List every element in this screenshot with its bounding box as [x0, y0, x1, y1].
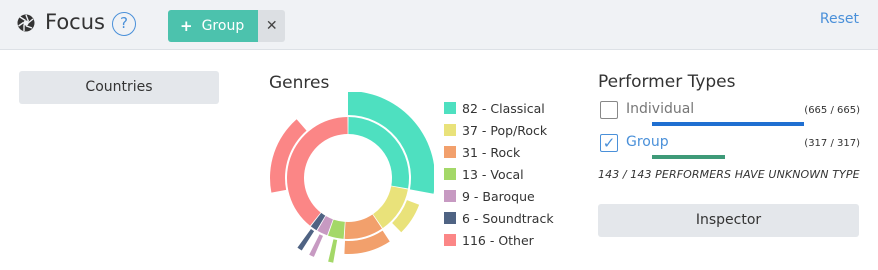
legend-swatch	[444, 102, 456, 114]
countries-button[interactable]: Countries	[19, 71, 219, 104]
filter-chip-group: + Group ✕	[168, 10, 286, 42]
legend-label: 13 - Vocal	[462, 166, 524, 182]
legend-item[interactable]: 37 - Pop/Rock	[444, 122, 547, 138]
legend-label: 116 - Other	[462, 232, 534, 248]
legend-label: 31 - Rock	[462, 144, 521, 160]
legend-swatch	[444, 146, 456, 158]
filter-chip-label[interactable]: + Group	[168, 10, 259, 42]
legend-item[interactable]: 9 - Baroque	[444, 188, 535, 204]
legend-item[interactable]: 6 - Soundtrack	[444, 210, 554, 226]
performer-types-title: Performer Types	[598, 72, 736, 92]
group-checkbox[interactable]: ✓	[600, 134, 618, 152]
genres-sunburst-chart[interactable]	[262, 92, 434, 264]
legend-item[interactable]: 116 - Other	[444, 232, 534, 248]
legend-item[interactable]: 13 - Vocal	[444, 166, 524, 182]
genres-title: Genres	[269, 73, 330, 93]
legend-label: 37 - Pop/Rock	[462, 122, 548, 138]
reset-link[interactable]: Reset	[820, 11, 859, 27]
group-count: (317 / 317)	[804, 138, 860, 149]
legend-item[interactable]: 82 - Classical	[444, 100, 545, 116]
plus-icon: +	[180, 17, 193, 35]
sunburst-outer-segment[interactable]	[309, 234, 323, 257]
close-icon[interactable]: ✕	[258, 10, 286, 42]
legend-label: 9 - Baroque	[462, 188, 535, 204]
filter-chip-text: Group	[201, 18, 245, 34]
sunburst-outer-segment[interactable]	[297, 228, 315, 251]
individual-bar	[652, 122, 804, 126]
unknown-type-text: 143 / 143 PERFORMERS HAVE UNKNOWN TYPE	[598, 168, 860, 181]
inspector-button[interactable]: Inspector	[598, 204, 859, 237]
aperture-logo-icon	[17, 14, 35, 32]
individual-count: (665 / 665)	[804, 105, 860, 116]
legend-swatch	[444, 212, 456, 224]
performer-type-group[interactable]: ✓ Group (317 / 317)	[600, 134, 860, 164]
top-bar: Focus ? + Group ✕ Reset	[0, 0, 878, 50]
individual-label[interactable]: Individual	[626, 101, 694, 117]
legend-swatch	[444, 168, 456, 180]
legend-swatch	[444, 190, 456, 202]
performer-type-individual[interactable]: Individual (665 / 665)	[600, 101, 860, 131]
legend-item[interactable]: 31 - Rock	[444, 144, 520, 160]
group-label[interactable]: Group	[626, 134, 669, 150]
sunburst-outer-segment[interactable]	[328, 239, 338, 263]
legend-label: 82 - Classical	[462, 100, 545, 116]
legend-swatch	[444, 234, 456, 246]
legend-label: 6 - Soundtrack	[462, 210, 554, 226]
legend-swatch	[444, 124, 456, 136]
group-bar	[652, 155, 725, 159]
individual-checkbox[interactable]	[600, 101, 618, 119]
page-title: Focus	[45, 10, 105, 34]
help-icon[interactable]: ?	[112, 12, 136, 36]
